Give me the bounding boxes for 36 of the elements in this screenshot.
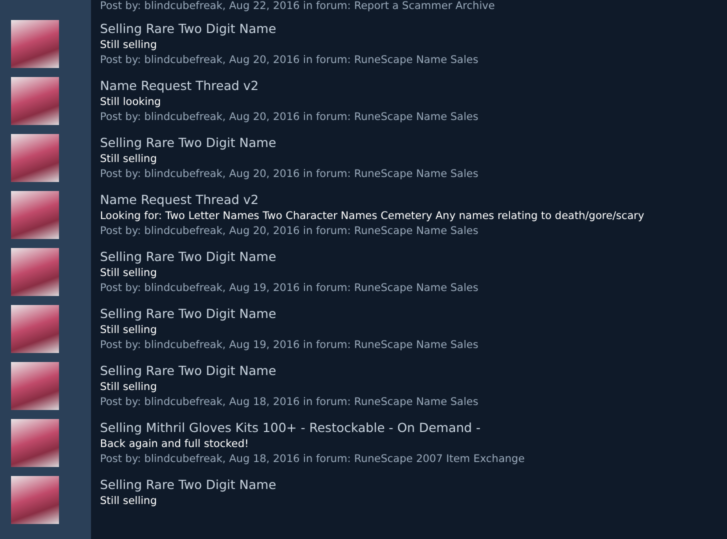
post-excerpt: Still selling: [100, 267, 158, 280]
post-excerpt: Still selling: [100, 153, 158, 166]
post-excerpt: Still selling: [100, 324, 158, 337]
avatar-photo-placeholder[interactable]: [11, 305, 59, 353]
post-meta: Post by: blindcubefreak, Aug 22, 2016 in forum: Report a Scammer Archive: [100, 0, 496, 13]
avatar-photo-placeholder[interactable]: [11, 362, 59, 410]
post-title[interactable]: Selling Mithril Gloves Kits 100+ - Restockable - On Demand -: [100, 419, 727, 436]
avatar-photo-placeholder[interactable]: [11, 248, 59, 296]
post-meta: Post by: blindcubefreak, Aug 20, 2016 in forum: RuneScape Name Sales: [100, 225, 480, 238]
post-excerpt: Still selling: [100, 39, 158, 52]
post-title[interactable]: Name Request Thread v2: [100, 77, 727, 94]
post-meta: Post by: blindcubefreak, Aug 18, 2016 in forum: RuneScape Name Sales: [100, 396, 480, 409]
post-excerpt: Looking for: Two Letter Names Two Character Names Cemetery Any names relating to death/gore/scary: [100, 210, 646, 223]
post-title[interactable]: Selling Rare Two Digit Name: [100, 134, 727, 151]
post-title[interactable]: Selling Rare Two Digit Name: [100, 20, 727, 37]
avatar-photo-placeholder[interactable]: [11, 20, 59, 68]
avatar-photo-placeholder[interactable]: [11, 77, 59, 125]
post-meta: Post by: blindcubefreak, Aug 19, 2016 in forum: RuneScape Name Sales: [100, 339, 480, 352]
avatar-photo-placeholder[interactable]: [11, 191, 59, 239]
post-meta: Post by: blindcubefreak, Aug 18, 2016 in forum: RuneScape 2007 Item Exchange: [100, 453, 526, 466]
post-meta: Post by: blindcubefreak, Aug 19, 2016 in forum: RuneScape Name Sales: [100, 282, 480, 295]
post-title[interactable]: Name Request Thread v2: [100, 191, 727, 208]
post-excerpt: Back again and full stocked!: [100, 438, 250, 451]
post-meta: Post by: blindcubefreak, Aug 20, 2016 in forum: RuneScape Name Sales: [100, 111, 480, 124]
post-meta: Post by: blindcubefreak, Aug 20, 2016 in forum: RuneScape Name Sales: [100, 54, 480, 67]
post-title[interactable]: Selling Rare Two Digit Name: [100, 305, 727, 322]
post-excerpt: Still selling: [100, 381, 158, 394]
avatar-photo-placeholder[interactable]: [11, 419, 59, 467]
post-meta: Post by: blindcubefreak, Aug 20, 2016 in forum: RuneScape Name Sales: [100, 168, 480, 181]
avatar-photo-placeholder[interactable]: [11, 476, 59, 524]
post-title[interactable]: Selling Rare Two Digit Name: [100, 248, 727, 265]
post-excerpt: Still selling: [100, 495, 158, 508]
post-excerpt: Still looking: [100, 96, 162, 109]
avatar-photo-placeholder[interactable]: [11, 134, 59, 182]
post-title[interactable]: Selling Rare Two Digit Name: [100, 362, 727, 379]
post-title[interactable]: Selling Rare Two Digit Name: [100, 476, 727, 493]
